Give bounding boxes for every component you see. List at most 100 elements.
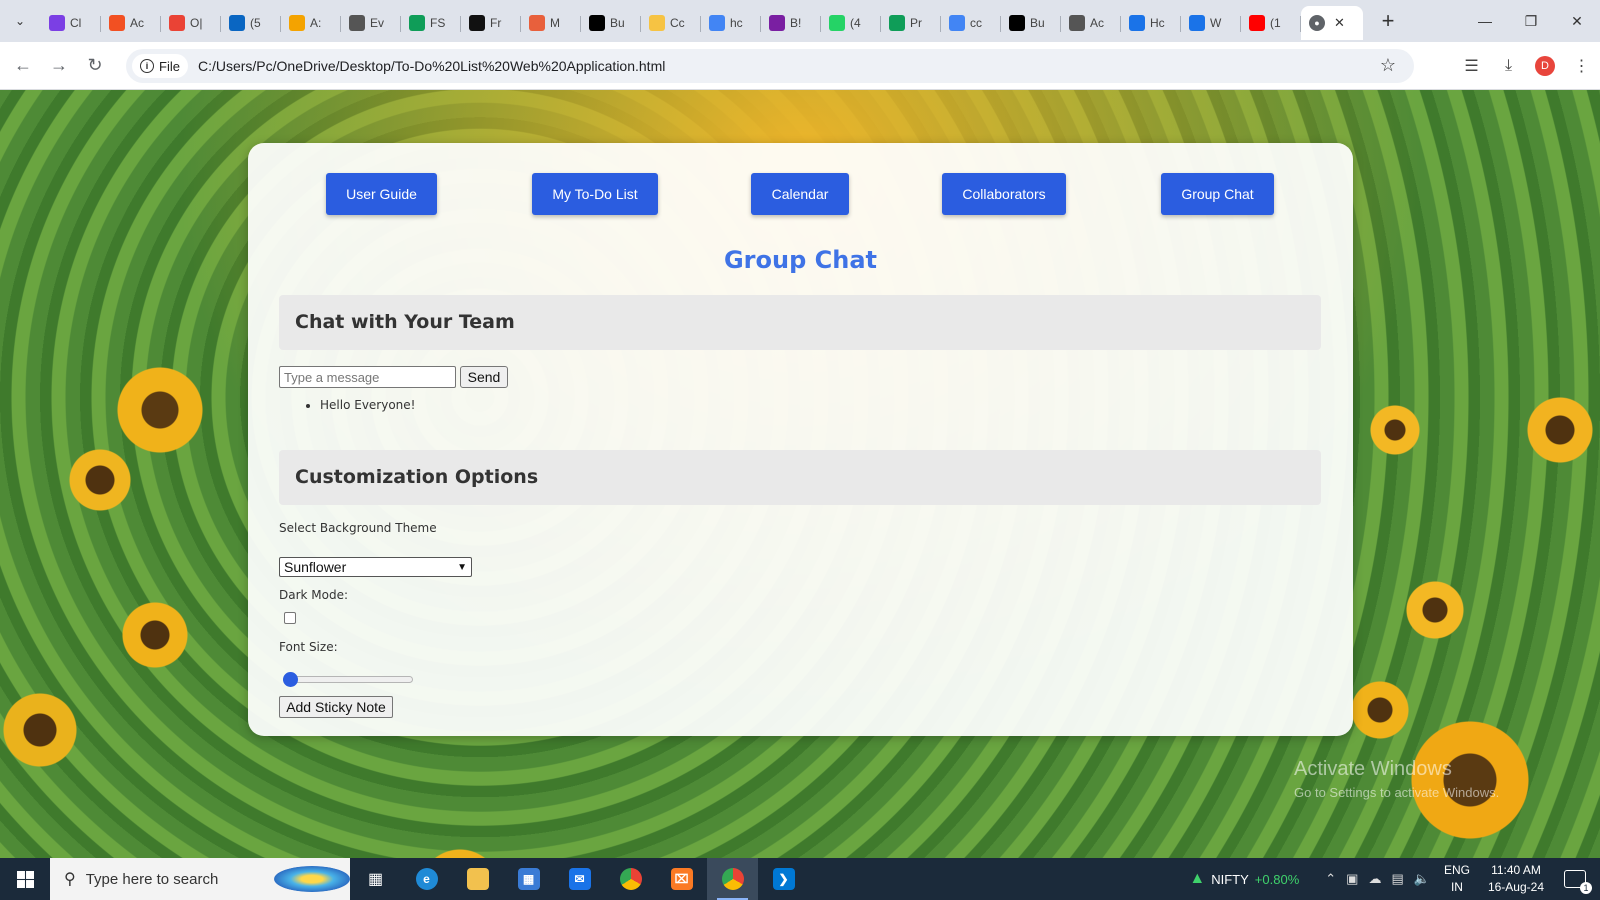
add-sticky-note-button[interactable]: Add Sticky Note — [279, 696, 393, 718]
stock-ticker[interactable]: ▲ NIFTY +0.80% — [1189, 870, 1299, 888]
edge-icon: e — [415, 868, 438, 890]
taskbar-chrome-profile[interactable] — [707, 858, 758, 900]
tab-label: (5 — [250, 16, 261, 30]
search-icon: ⚲ — [64, 871, 76, 888]
taskbar-file-explorer[interactable] — [452, 858, 503, 900]
browser-tab[interactable]: cc — [941, 6, 1001, 40]
font-size-slider[interactable] — [283, 676, 413, 683]
start-button[interactable] — [0, 870, 50, 888]
browser-tab[interactable]: (1 — [1241, 6, 1301, 40]
clock[interactable]: 11:40 AM 16-Aug-24 — [1488, 862, 1544, 896]
youtube-icon — [1249, 15, 1265, 31]
dark-mode-checkbox[interactable] — [284, 612, 296, 624]
tab-label: Ac — [1090, 16, 1105, 30]
browser-tab[interactable]: Ev — [341, 6, 401, 40]
page-viewport: User Guide My To-Do List Calendar Collab… — [0, 90, 1600, 858]
browser-tab[interactable]: Pr — [881, 6, 941, 40]
taskbar-store[interactable]: ▦ — [503, 858, 554, 900]
address-bar[interactable]: i File C:/Users/Pc/OneDrive/Desktop/To-D… — [126, 49, 1414, 83]
watermark-subtitle: Go to Settings to activate Windows. — [1294, 785, 1500, 800]
browser-tab[interactable]: hc — [701, 6, 761, 40]
taskbar-edge[interactable]: e — [401, 858, 452, 900]
windows-activation-watermark: Activate Windows Go to Settings to activ… — [1294, 758, 1499, 800]
font-size-slider-thumb[interactable] — [283, 672, 298, 687]
close-tab-icon[interactable]: ✕ — [1334, 15, 1345, 31]
browser-tab[interactable]: Ac — [1061, 6, 1121, 40]
browser-tab[interactable]: Ac — [101, 6, 161, 40]
browser-tab[interactable]: (5 — [221, 6, 281, 40]
window-controls: — ❐ ✕ — [1462, 0, 1600, 42]
taskbar-search[interactable]: ⚲ Type here to search — [50, 858, 350, 900]
tab-search-button[interactable]: ⌄ — [7, 8, 33, 34]
profile-avatar[interactable]: D — [1535, 56, 1555, 76]
theme-select[interactable]: Sunflower ▼ — [279, 557, 472, 577]
tab-label: Bu — [1030, 16, 1045, 30]
meet-icon[interactable]: ▣ — [1346, 871, 1358, 887]
restore-icon[interactable]: ❐ — [1508, 0, 1554, 42]
url-text[interactable]: C:/Users/Pc/OneDrive/Desktop/To-Do%20Lis… — [198, 58, 665, 74]
download-icon[interactable]: ⤓ — [1490, 57, 1527, 75]
new-tab-button[interactable]: + — [1373, 8, 1403, 34]
volume-icon[interactable]: 🔈 — [1414, 871, 1430, 887]
chevron-up-icon[interactable]: ⌃ — [1325, 871, 1336, 887]
task-view-button[interactable]: ▦ — [350, 858, 401, 900]
page-title: Group Chat — [723, 246, 877, 274]
chrome-icon — [619, 868, 642, 890]
tab-label: W — [1210, 16, 1222, 30]
browser-tab[interactable]: Cc — [641, 6, 701, 40]
notification-center-icon[interactable]: 1 — [1564, 870, 1592, 894]
browser-tab[interactable]: A: — [281, 6, 341, 40]
send-button[interactable]: Send — [460, 366, 508, 388]
dev-icon — [1009, 15, 1025, 31]
tab-label: hc — [730, 16, 743, 30]
nav-group-chat-button[interactable]: Group Chat — [1161, 173, 1274, 215]
tab-label: B! — [790, 16, 802, 30]
tray-icons: ⌃ ▣ ☁ ▤ 🔈 — [1325, 871, 1430, 887]
ticker-change: +0.80% — [1254, 871, 1300, 887]
tab-label: (1 — [1270, 16, 1281, 30]
globe-icon: ● — [1309, 15, 1325, 31]
nav-todo-list-button[interactable]: My To-Do List — [532, 173, 658, 215]
browser-tab[interactable]: Cl — [41, 6, 101, 40]
network-icon[interactable]: ▤ — [1391, 871, 1403, 887]
browser-tab[interactable]: Fr — [461, 6, 521, 40]
browser-tab[interactable]: M — [521, 6, 581, 40]
onedrive-icon[interactable]: ☁ — [1368, 871, 1381, 887]
tab-active[interactable]: ● ✕ — [1301, 6, 1363, 40]
browser-tab[interactable]: (4 — [821, 6, 881, 40]
browser-tab[interactable]: Hc — [1121, 6, 1181, 40]
menu-kebab-icon[interactable]: ⋮ — [1563, 56, 1600, 76]
taskbar-mail[interactable]: ✉ — [554, 858, 605, 900]
taskbar-xampp[interactable]: ⌧ — [656, 858, 707, 900]
browser-tab[interactable]: B! — [761, 6, 821, 40]
folder-icon — [466, 868, 489, 890]
tab-label: M — [550, 16, 560, 30]
taskbar-vscode[interactable]: ❯ — [758, 858, 809, 900]
message-input[interactable] — [279, 366, 456, 388]
tab-label: cc — [970, 16, 982, 30]
bookmark-star-icon[interactable]: ☆ — [1380, 55, 1396, 76]
nav-calendar-button[interactable]: Calendar — [751, 173, 849, 215]
globe-icon — [349, 15, 365, 31]
back-icon[interactable]: ← — [5, 55, 41, 76]
nav-collaborators-button[interactable]: Collaborators — [942, 173, 1066, 215]
browser-tab[interactable]: Bu — [581, 6, 641, 40]
browser-toolbar: ← → ↻ i File C:/Users/Pc/OneDrive/Deskto… — [0, 42, 1600, 90]
reload-icon[interactable]: ↻ — [77, 55, 113, 76]
browser-tab[interactable]: FS — [401, 6, 461, 40]
clock-time: 11:40 AM — [1491, 863, 1541, 877]
google-icon — [949, 15, 965, 31]
browser-tab[interactable]: O| — [161, 6, 221, 40]
nav-user-guide-button[interactable]: User Guide — [326, 173, 437, 215]
minimize-icon[interactable]: — — [1462, 0, 1508, 42]
tab-label: Cl — [70, 16, 82, 30]
forward-icon[interactable]: → — [41, 55, 77, 76]
close-window-icon[interactable]: ✕ — [1554, 0, 1600, 42]
browser-tab[interactable]: W — [1181, 6, 1241, 40]
language-indicator[interactable]: ENG IN — [1444, 862, 1470, 896]
browser-tab[interactable]: Bu — [1001, 6, 1061, 40]
site-info-chip[interactable]: i File — [132, 54, 188, 78]
taskbar-chrome[interactable] — [605, 858, 656, 900]
media-controls-icon[interactable]: ☰ — [1453, 56, 1490, 76]
font-size-label: Font Size: — [279, 640, 338, 654]
